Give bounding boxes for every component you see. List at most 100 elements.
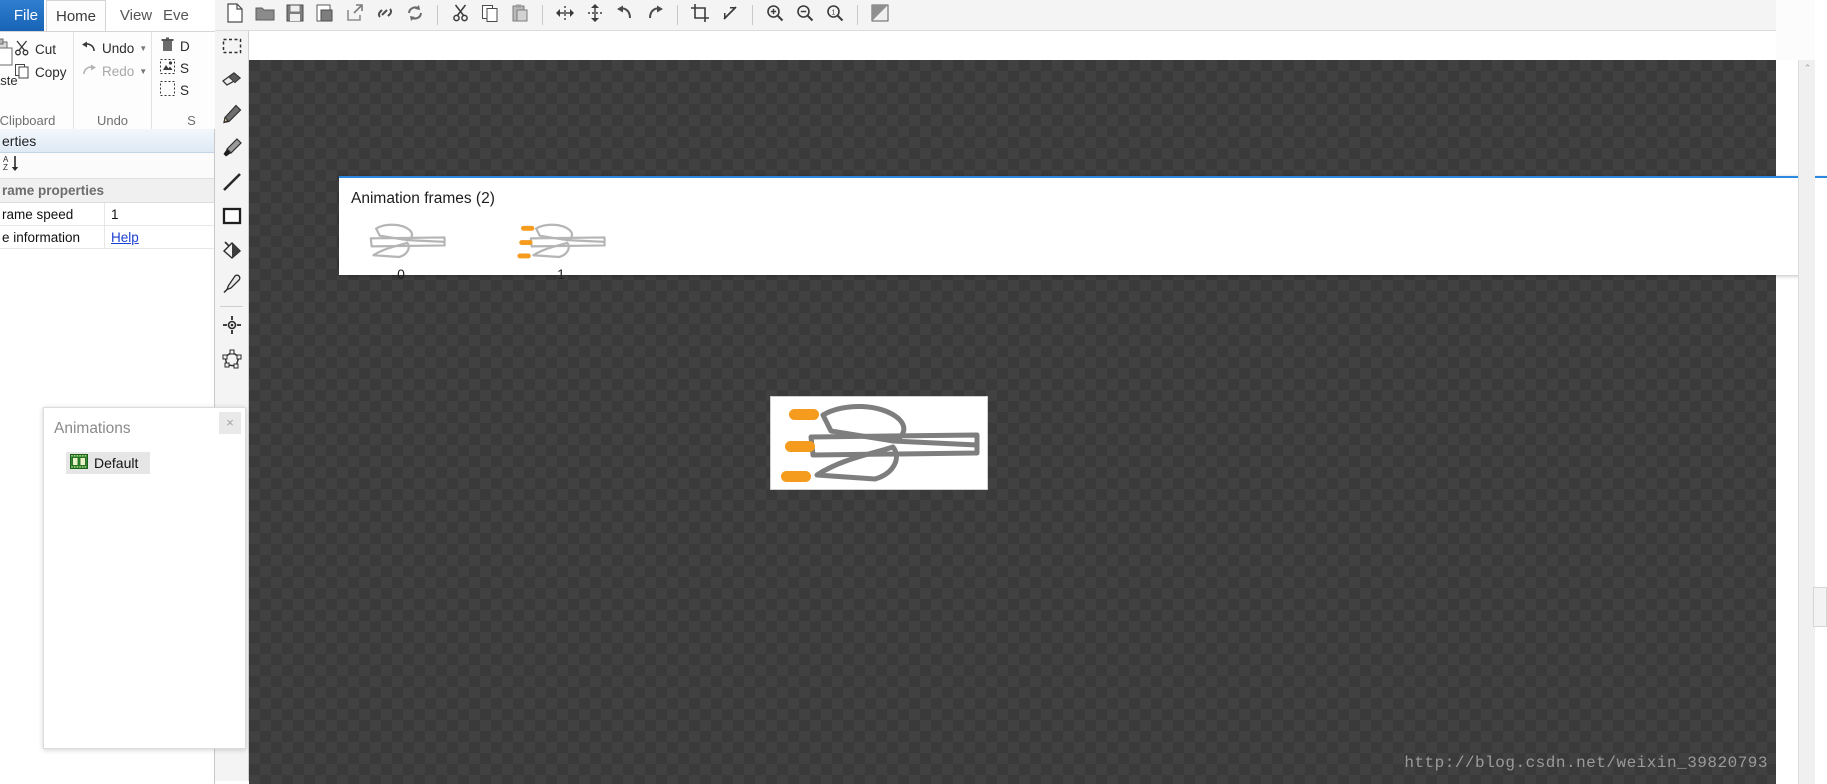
scissors-icon [14, 40, 30, 59]
frame-thumbnail [513, 218, 609, 264]
toolbar-separator [857, 5, 858, 25]
right-docked-panel-top [1815, 0, 1827, 175]
chevron-down-icon[interactable]: ▼ [139, 67, 147, 76]
toolbar-separator [677, 5, 678, 25]
cut-toolbar-button[interactable] [447, 2, 473, 28]
open-folder-icon [255, 4, 275, 27]
tool-fill-button[interactable] [215, 235, 249, 269]
flip-horizontal-button[interactable] [552, 2, 578, 28]
animation-frames-panel: Animation frames (2) 0 1 [339, 176, 1827, 282]
export-icon [346, 3, 364, 27]
redo-button[interactable]: Redo ▼ [81, 63, 147, 80]
zoom-reset-icon: 1 [826, 4, 844, 27]
save-button[interactable] [282, 2, 308, 28]
property-value[interactable]: 1 [104, 203, 214, 225]
frame-item[interactable]: 0 [353, 218, 449, 282]
watermark-text: http://blog.csdn.net/weixin_39820793 [1404, 754, 1768, 772]
select-image-button[interactable]: S [160, 59, 189, 77]
zoom-in-button[interactable] [762, 2, 788, 28]
save-icon [286, 4, 304, 27]
tool-line-icon [222, 172, 242, 197]
tool-rectangle-button[interactable] [215, 201, 249, 235]
transparency-icon [871, 4, 889, 27]
tool-eraser-button[interactable] [215, 65, 249, 99]
redo-icon [646, 4, 664, 26]
select-none-icon [160, 81, 175, 99]
tool-rectangle-icon [222, 207, 242, 230]
resize-icon [721, 4, 739, 27]
svg-text:1: 1 [832, 9, 836, 16]
link-button[interactable] [372, 2, 398, 28]
undo-toolbar-button[interactable] [612, 2, 638, 28]
link-icon [376, 4, 394, 27]
tool-eyedropper-button[interactable] [215, 269, 249, 303]
tool-line-button[interactable] [215, 167, 249, 201]
tool-origin-button[interactable] [215, 310, 249, 344]
tool-select-button[interactable] [215, 31, 249, 65]
flip-vertical-button[interactable] [582, 2, 608, 28]
flip-vertical-icon [587, 3, 603, 28]
export-button[interactable] [342, 2, 368, 28]
ribbon-group-undo: Undo ▼ Redo ▼ Undo [74, 32, 152, 130]
animation-frames-strip: 0 1 [353, 218, 609, 282]
property-key: rame speed [2, 207, 74, 222]
cut-icon [452, 4, 469, 27]
frame-item[interactable]: 1 [513, 218, 609, 282]
tab-view[interactable]: View [108, 0, 164, 31]
property-row[interactable]: e information Help [0, 226, 214, 249]
transparency-button[interactable] [867, 2, 893, 28]
ribbon-body: Paste Cut [0, 31, 232, 130]
copy-button[interactable]: Copy [14, 63, 67, 82]
canvas-vertical-scrollbar[interactable]: ⌃ [1798, 60, 1815, 784]
animations-panel-header: Animations × [44, 408, 245, 438]
refresh-button[interactable] [402, 2, 428, 28]
sort-az-icon[interactable]: A Z [2, 154, 22, 177]
chevron-down-icon[interactable]: ▼ [139, 44, 147, 53]
sprite-canvas[interactable] [770, 396, 988, 490]
select-image-icon [160, 59, 175, 77]
cut-button[interactable]: Cut [14, 40, 56, 59]
copy-toolbar-button[interactable] [477, 2, 503, 28]
save-as-button[interactable] [312, 2, 338, 28]
crop-icon [691, 3, 709, 27]
tool-pencil-button[interactable] [215, 99, 249, 133]
ribbon-group-clipboard-label: Clipboard [0, 113, 56, 128]
new-file-button[interactable] [222, 2, 248, 28]
animation-item-label: Default [94, 455, 139, 471]
property-value[interactable]: Help [104, 226, 214, 248]
undo-button[interactable]: Undo ▼ [81, 40, 147, 57]
undo-icon [81, 40, 97, 57]
tool-select-icon [222, 37, 242, 60]
redo-toolbar-button[interactable] [642, 2, 668, 28]
trash-icon [160, 37, 175, 56]
toolbar-separator [437, 5, 438, 25]
zoom-reset-button[interactable]: 1 [822, 2, 848, 28]
right-panel-stub[interactable] [1813, 587, 1827, 627]
open-file-button[interactable] [252, 2, 278, 28]
animation-list-item[interactable]: Default [66, 452, 150, 474]
tab-events[interactable]: Eve [163, 0, 215, 31]
canvas-area[interactable]: http://blog.csdn.net/weixin_39820793 [249, 60, 1776, 784]
property-row[interactable]: rame speed 1 [0, 203, 214, 226]
select-none-button[interactable]: S [160, 81, 189, 99]
help-link[interactable]: Help [111, 230, 139, 245]
delete-button[interactable]: D [160, 37, 190, 56]
ribbon-group-undo-label: Undo [96, 113, 129, 128]
tab-home[interactable]: Home [46, 0, 106, 31]
tool-collision-button[interactable] [215, 344, 249, 378]
select-none-label: S [180, 82, 190, 98]
scroll-up-icon[interactable]: ⌃ [1799, 60, 1816, 77]
svg-text:Z: Z [3, 163, 8, 172]
crop-button[interactable] [687, 2, 713, 28]
tab-file[interactable]: File [0, 0, 44, 31]
close-icon[interactable]: × [219, 412, 241, 434]
resize-button[interactable] [717, 2, 743, 28]
paste-toolbar-button[interactable] [507, 2, 533, 28]
flip-horizontal-icon [555, 5, 575, 26]
tool-brush-button[interactable] [215, 133, 249, 167]
tool-palette-divider [220, 306, 243, 307]
animations-panel: Animations × Default [43, 407, 246, 749]
sketch-shape [808, 404, 980, 482]
zoom-out-button[interactable] [792, 2, 818, 28]
paste-icon [511, 4, 529, 27]
